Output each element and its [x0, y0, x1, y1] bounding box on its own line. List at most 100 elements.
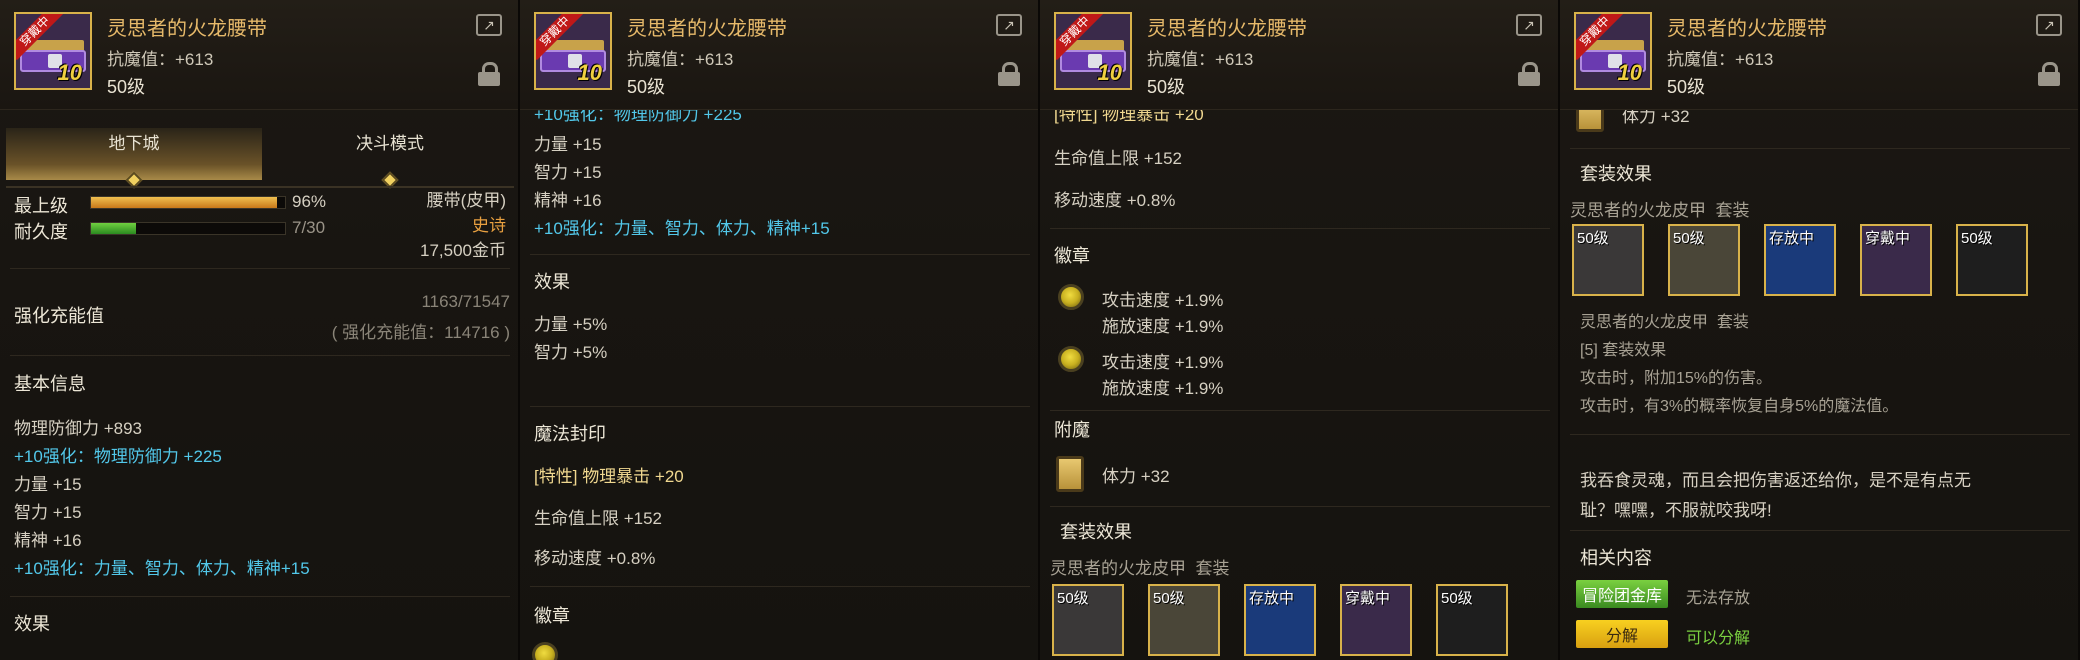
set-suffix: 套装 [1195, 559, 1230, 578]
set-piece-shoes[interactable]: 50级 [1436, 584, 1508, 656]
yellow-emblem-icon [1058, 346, 1084, 372]
item-name: 灵思者的火龙腰带 [1147, 18, 1307, 40]
basic-line: 力量 +15 [14, 475, 82, 494]
set-piece-shoulder[interactable]: 存放中 [1764, 224, 1836, 296]
belt-item-icon: 穿戴中 10 [1574, 12, 1652, 90]
set-name-line: 灵思者的火龙皮甲 套装 [1050, 554, 1229, 579]
enhance-level-badge: 10 [1617, 60, 1642, 85]
tooltip-header: 穿戴中 10 灵思者的火龙腰带 抗魔值：+613 50级 ↗ [1040, 0, 1558, 110]
set-count: [5] 套装效果 [1580, 342, 1667, 359]
lock-icon[interactable] [2038, 62, 2060, 86]
adventure-bank-button[interactable]: 冒险团金库 [1576, 580, 1669, 608]
seal-main-line: [特性] 物理暴击 +20 [534, 462, 684, 487]
item-name: 灵思者的火龙腰带 [627, 18, 787, 40]
set-piece-pants[interactable]: 50级 [1148, 584, 1220, 656]
flavor-text: 我吞食灵魂，而且会把伤害返还给你，是不是有点无 [1580, 471, 1971, 490]
trait-tag: [特性] [534, 467, 578, 486]
set-piece-level: 50级 [1961, 230, 1993, 247]
lock-icon[interactable] [1518, 62, 1540, 86]
set-name: 灵思者的火龙皮甲 [1050, 559, 1186, 578]
enchant-line: 体力 +32 [1102, 467, 1170, 486]
seal-line: 移动速度 +0.8% [534, 549, 656, 568]
emblem-cast-speed: 施放速度 +1.9% [1102, 317, 1224, 336]
emblem-cast-speed: 施放速度 +1.9% [1102, 379, 1224, 398]
set-piece-shoes[interactable]: 50级 [1956, 224, 2028, 296]
basic-line: 智力 +15 [14, 503, 82, 522]
belt-item-icon: 穿戴中 10 [534, 12, 612, 90]
item-level: 50级 [107, 77, 146, 97]
charge-label: 强化充能值 [14, 306, 104, 326]
set-piece-belt[interactable]: 穿戴中 [1340, 584, 1412, 656]
seal-line: 生命值上限 +152 [534, 509, 663, 528]
disassemble-status: 可以分解 [1686, 630, 1751, 647]
bank-status: 无法存放 [1686, 590, 1751, 607]
set-piece-status: 存放中 [1249, 590, 1295, 607]
enchant-card-icon [1056, 456, 1084, 492]
set-effect-title: 套装效果 [1060, 522, 1132, 542]
item-magic-resist: 抗魔值：+613 [1667, 50, 1774, 69]
set-piece-status: 穿戴中 [1865, 230, 1911, 247]
yellow-emblem-icon [1058, 284, 1084, 310]
set-piece-pants[interactable]: 50级 [1668, 224, 1740, 296]
set-suffix: 套装 [1716, 314, 1749, 331]
lock-icon[interactable] [998, 62, 1020, 86]
disassemble-button[interactable]: 分解 [1576, 620, 1668, 648]
set-piece-level: 50级 [1577, 230, 1609, 247]
item-tooltip-panel-2: 穿戴中 10 灵思者的火龙腰带 抗魔值：+613 50级 ↗ +10强化：物理防… [520, 0, 1040, 660]
share-icon[interactable]: ↗ [1516, 14, 1542, 36]
belt-item-icon: 穿戴中 10 [1054, 12, 1132, 90]
tooltip-header: 穿戴中 10 灵思者的火龙腰带 抗魔值：+613 50级 ↗ [0, 0, 518, 110]
set-effect-line: 攻击时，附加15%的伤害。 [1580, 370, 1773, 387]
share-icon[interactable]: ↗ [996, 14, 1022, 36]
set-suffix: 套装 [1715, 201, 1750, 220]
set-piece-top[interactable]: 50级 [1572, 224, 1644, 296]
emblem-attack-speed: 攻击速度 +1.9% [1102, 353, 1224, 372]
set-piece-shoulder[interactable]: 存放中 [1244, 584, 1316, 656]
enhance-level-badge: 10 [57, 60, 82, 85]
set-piece-level: 50级 [1441, 590, 1473, 607]
tooltip-header: 穿戴中 10 灵思者的火龙腰带 抗魔值：+613 50级 ↗ [1560, 0, 2078, 110]
basic-line: 精神 +16 [14, 531, 82, 550]
set-effect-title: 套装效果 [1580, 164, 1652, 184]
durability-label: 耐久度 [14, 222, 68, 242]
stat-line: 移动速度 +0.8% [1054, 191, 1176, 210]
item-rarity: 史诗 [472, 216, 506, 235]
set-piece-status: 存放中 [1769, 230, 1815, 247]
related-content-title: 相关内容 [1580, 548, 1652, 568]
item-tooltip-panel-3: 穿戴中 10 灵思者的火龙腰带 抗魔值：+613 50级 ↗ [特性] 物理暴击… [1040, 0, 1560, 660]
lock-icon[interactable] [478, 62, 500, 86]
seal-main: 物理暴击 +20 [582, 467, 684, 486]
item-type: 腰带(皮甲) [426, 191, 506, 210]
charge-sub: ( 强化充能值：114716 ) [331, 323, 510, 342]
item-magic-resist: 抗魔值：+613 [1147, 50, 1254, 69]
max-level-bar [90, 196, 286, 209]
set-piece-top[interactable]: 50级 [1052, 584, 1124, 656]
set-piece-level: 50级 [1153, 590, 1185, 607]
tab-duel[interactable]: 决斗模式 [262, 128, 518, 189]
emblem-title: 徽章 [1054, 246, 1090, 266]
emblem-title: 徽章 [534, 606, 570, 626]
enhance-level-badge: 10 [1097, 60, 1122, 85]
stat-line: 智力 +15 [534, 163, 602, 182]
set-piece-belt[interactable]: 穿戴中 [1860, 224, 1932, 296]
effect-line: 智力 +5% [534, 343, 608, 362]
belt-item-icon: 穿戴中 10 [14, 12, 92, 90]
share-icon[interactable]: ↗ [2036, 14, 2062, 36]
item-level: 50级 [1667, 77, 1706, 97]
share-icon[interactable]: ↗ [476, 14, 502, 36]
item-name: 灵思者的火龙腰带 [1667, 18, 1827, 40]
set-name: 灵思者的火龙皮甲 [1570, 201, 1706, 220]
basic-line: +10强化：力量、智力、体力、精神+15 [14, 559, 310, 578]
magic-seal-title: 魔法封印 [534, 424, 606, 444]
stat-line: 力量 +15 [534, 135, 602, 154]
max-level-label: 最上级 [14, 196, 68, 216]
item-tooltip-panel-4: 穿戴中 10 灵思者的火龙腰带 抗魔值：+613 50级 ↗ 体力 +32 套装… [1560, 0, 2080, 660]
durability-bar [90, 222, 286, 235]
charge-value: 1163/71547 [421, 292, 510, 311]
tab-dungeon[interactable]: 地下城 [6, 128, 262, 189]
set-piece-level: 50级 [1673, 230, 1705, 247]
basic-line: +10强化：物理防御力 +225 [14, 447, 222, 466]
item-level: 50级 [627, 77, 666, 97]
set-name-line: 灵思者的火龙皮甲 套装 [1570, 196, 1749, 221]
item-level: 50级 [1147, 77, 1186, 97]
